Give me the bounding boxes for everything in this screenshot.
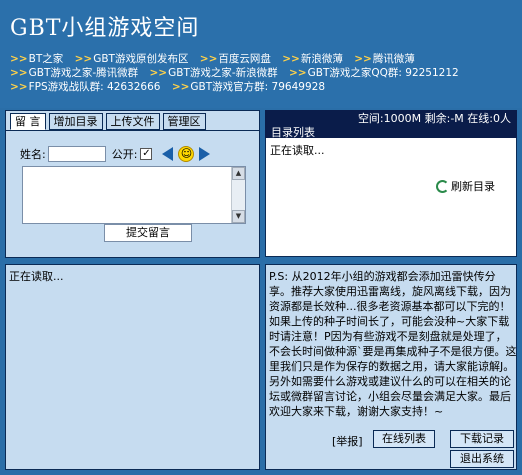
scroll-down-icon[interactable]: ▼ <box>232 210 245 223</box>
arrow-icon: >> <box>171 81 190 93</box>
name-label: 姓名: <box>20 148 46 161</box>
link-label: 百度云网盘 <box>218 53 271 65</box>
link-sina-weibo[interactable]: >>新浪微薄 <box>282 53 343 65</box>
chat-panel: 正在读取... <box>5 264 260 470</box>
public-checkbox[interactable]: ✓ <box>140 148 153 160</box>
directory-list-panel: 正在读取... 刷新目录 <box>265 138 517 257</box>
tab-admin[interactable]: 管理区 <box>162 113 206 130</box>
link-fps-group[interactable]: >>FPS游戏战队群: 42632666 <box>10 81 160 93</box>
notice-panel: P.S: 从2012年小组的游戏都会添加迅雷快传分享。推荐大家使用迅雷离线，旋风… <box>265 264 517 470</box>
tab-upload-file[interactable]: 上传文件 <box>105 113 160 130</box>
status-bar: 空间:1000M 剩余:-M 在线:0人 目录列表 <box>265 110 517 139</box>
space-status: 空间:1000M 剩余:-M 在线:0人 <box>357 112 511 125</box>
page-title: GBT小组游戏空间 <box>10 16 200 41</box>
link-original-release[interactable]: >>GBT游戏原创发布区 <box>75 53 189 65</box>
message-form-panel: 留 言 增加目录 上传文件 管理区 姓名: 公开: ✓ ☺ ▲ ▼ 提交留言 <box>5 110 260 258</box>
name-row: 姓名: 公开: ✓ ☺ <box>20 146 211 162</box>
arrow-icon: >> <box>74 53 93 65</box>
next-arrow-icon[interactable] <box>199 147 211 161</box>
link-label: BT之家 <box>28 53 64 65</box>
link-label: GBT游戏之家-新浪微群 <box>168 67 278 79</box>
link-label: 新浪微薄 <box>300 53 343 65</box>
arrow-icon: >> <box>354 53 372 65</box>
arrow-icon: >> <box>10 67 28 79</box>
exit-system-button[interactable]: 退出系统 <box>450 450 514 468</box>
scroll-up-icon[interactable]: ▲ <box>232 167 245 180</box>
link-label: GBT游戏官方群: 79649928 <box>190 81 325 93</box>
name-input[interactable] <box>47 146 106 162</box>
link-tencent-group[interactable]: >>GBT游戏之家-腾讯微群 <box>10 67 138 79</box>
link-baidu-pan[interactable]: >>百度云网盘 <box>200 53 271 65</box>
link-label: GBT游戏之家-腾讯微群 <box>28 67 139 79</box>
textarea-scrollbar[interactable]: ▲ ▼ <box>231 167 245 223</box>
download-records-button[interactable]: 下载记录 <box>450 430 514 448</box>
link-sina-group[interactable]: >>GBT游戏之家-新浪微群 <box>150 67 278 79</box>
link-label: GBT游戏原创发布区 <box>93 53 189 65</box>
header: GBT小组游戏空间 >>BT之家 >>GBT游戏原创发布区 >>百度云网盘 >>… <box>0 0 522 108</box>
link-tencent-weibo[interactable]: >>腾讯微薄 <box>354 53 415 65</box>
arrow-icon: >> <box>282 53 300 65</box>
prev-arrow-icon[interactable] <box>162 147 174 161</box>
link-label: 腾讯微薄 <box>372 53 415 65</box>
refresh-label: 刷新目录 <box>451 180 495 193</box>
message-textarea[interactable]: ▲ ▼ <box>22 166 246 224</box>
arrow-icon: >> <box>149 67 168 79</box>
tab-bar: 留 言 增加目录 上传文件 管理区 <box>10 113 206 130</box>
chat-loading-text: 正在读取... <box>9 270 64 283</box>
public-label: 公开: <box>111 148 138 161</box>
tab-add-directory[interactable]: 增加目录 <box>48 113 103 130</box>
header-links: >>BT之家 >>GBT游戏原创发布区 >>百度云网盘 >>新浪微薄 >>腾讯微… <box>10 52 516 94</box>
notice-text: P.S: 从2012年小组的游戏都会添加迅雷快传分享。推荐大家使用迅雷离线，旋风… <box>269 270 517 418</box>
arrow-icon: >> <box>289 67 307 79</box>
tab-message[interactable]: 留 言 <box>10 113 46 130</box>
tab-divider <box>6 130 259 131</box>
link-label: GBT游戏之家QQ群: 92251212 <box>307 67 459 79</box>
online-list-button[interactable]: 在线列表 <box>373 430 435 448</box>
directory-loading-text: 正在读取... <box>270 144 325 157</box>
link-bt-home[interactable]: >>BT之家 <box>10 53 63 65</box>
arrow-icon: >> <box>199 53 218 65</box>
refresh-directory-button[interactable]: 刷新目录 <box>436 178 495 194</box>
arrow-icon: >> <box>10 81 28 93</box>
link-qq-group[interactable]: >>GBT游戏之家QQ群: 92251212 <box>289 67 459 79</box>
link-official-group[interactable]: >>GBT游戏官方群: 79649928 <box>172 81 325 93</box>
smiley-icon[interactable]: ☺ <box>178 146 195 162</box>
report-link[interactable]: [举报] <box>332 433 363 449</box>
submit-message-button[interactable]: 提交留言 <box>104 224 192 242</box>
arrow-icon: >> <box>10 53 28 65</box>
refresh-icon <box>436 179 449 193</box>
link-label: FPS游戏战队群: 42632666 <box>28 81 161 93</box>
